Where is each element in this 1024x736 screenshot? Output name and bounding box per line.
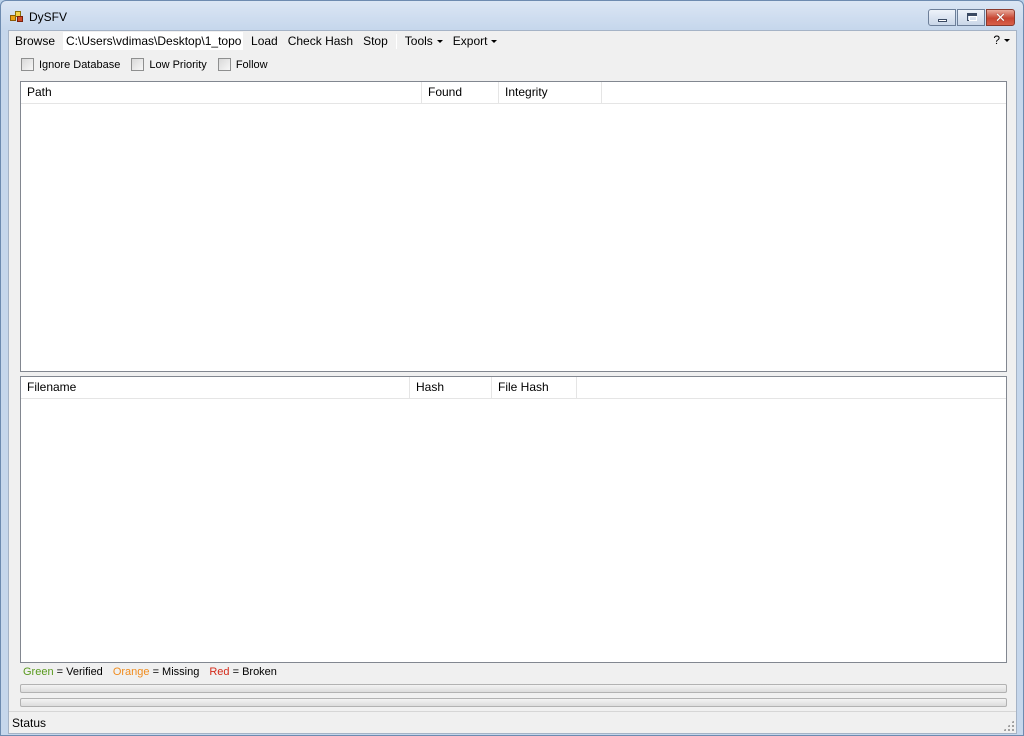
window-title: DySFV: [29, 10, 68, 24]
client-area: Browse C:\Users\vdimas\Desktop\1_topo Lo…: [8, 30, 1017, 734]
column-header-filename[interactable]: Filename: [21, 377, 410, 398]
browse-button[interactable]: Browse: [9, 32, 60, 50]
low-priority-label: Low Priority: [149, 58, 207, 71]
app-icon[interactable]: [10, 10, 24, 23]
minimize-button[interactable]: [928, 9, 956, 26]
secondary-progress-bar: [20, 698, 1007, 707]
primary-progress-bar: [20, 684, 1007, 693]
tools-menu-label: Tools: [404, 34, 433, 48]
option-low-priority[interactable]: Low Priority: [131, 58, 207, 71]
options-row: Ignore Database Low Priority Follow: [21, 58, 279, 71]
follow-label: Follow: [235, 58, 268, 71]
path-list-header: Path Found Integrity: [21, 82, 1006, 104]
load-button[interactable]: Load: [246, 32, 283, 50]
legend-red-desc: = Broken: [229, 666, 277, 678]
export-menu[interactable]: Export: [448, 32, 503, 50]
help-menu-label: ?: [993, 33, 1000, 47]
file-list[interactable]: Filename Hash File Hash: [20, 376, 1007, 663]
caption-buttons: ✕: [927, 9, 1015, 27]
option-ignore-database[interactable]: Ignore Database: [21, 58, 120, 71]
legend-orange: Orange: [112, 666, 150, 678]
toolbar-separator: [395, 33, 397, 49]
legend-green-desc: = Verified: [53, 666, 103, 678]
resize-grip-icon[interactable]: [1003, 720, 1014, 731]
restore-icon: [967, 13, 977, 21]
maximize-button[interactable]: [957, 9, 985, 26]
path-list[interactable]: Path Found Integrity: [20, 81, 1007, 372]
stop-button[interactable]: Stop: [358, 32, 393, 50]
status-bar: Status: [9, 711, 1016, 733]
column-header-found[interactable]: Found: [422, 82, 499, 103]
column-header-integrity[interactable]: Integrity: [499, 82, 602, 103]
column-header-file-hash[interactable]: File Hash: [492, 377, 577, 398]
color-legend: Green = Verified Orange = Missing Red = …: [23, 666, 277, 678]
check-hash-button[interactable]: Check Hash: [283, 32, 358, 50]
export-menu-label: Export: [452, 34, 488, 48]
help-menu[interactable]: ?: [991, 31, 1012, 49]
toolbar: Browse C:\Users\vdimas\Desktop\1_topo Lo…: [9, 31, 1016, 51]
column-header-filler: [602, 82, 1006, 103]
ignore-database-label: Ignore Database: [39, 58, 121, 71]
ignore-database-checkbox[interactable]: [21, 58, 34, 71]
tools-menu[interactable]: Tools: [400, 32, 448, 50]
chevron-down-icon: [436, 40, 443, 44]
app-window: DySFV ✕ Browse C:\Users\vdimas\Desktop\1…: [0, 0, 1024, 736]
chevron-down-icon: [1004, 39, 1010, 43]
legend-orange-desc: = Missing: [149, 666, 200, 678]
column-header-filler: [577, 377, 1006, 398]
close-icon: ✕: [995, 10, 1006, 25]
status-text: Status: [12, 716, 47, 730]
column-header-path[interactable]: Path: [21, 82, 422, 103]
legend-red: Red: [209, 666, 230, 678]
file-list-header: Filename Hash File Hash: [21, 377, 1006, 399]
minimize-icon: [938, 19, 947, 22]
path-input[interactable]: C:\Users\vdimas\Desktop\1_topo: [63, 32, 244, 50]
legend-green: Green: [23, 666, 54, 678]
follow-checkbox[interactable]: [217, 58, 231, 71]
close-button[interactable]: ✕: [986, 9, 1015, 26]
column-header-hash[interactable]: Hash: [410, 377, 492, 398]
title-bar[interactable]: DySFV ✕: [1, 1, 1023, 30]
option-follow[interactable]: Follow: [217, 58, 268, 71]
low-priority-checkbox[interactable]: [131, 58, 145, 71]
chevron-down-icon: [491, 40, 498, 44]
